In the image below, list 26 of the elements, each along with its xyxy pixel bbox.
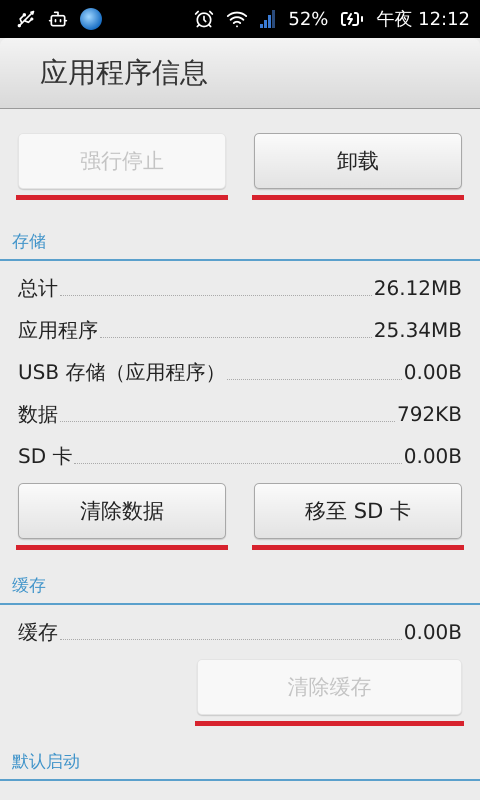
action-button[interactable]: 卸载 (254, 133, 462, 189)
section-title: 缓存 (12, 576, 46, 596)
row-value: 25.34MB (374, 318, 462, 342)
page-title: 应用程序信息 (40, 55, 208, 91)
row-value: 0.00B (404, 444, 462, 468)
row-label: 数据 (18, 400, 58, 428)
row-value: 792KB (396, 402, 462, 426)
section-title: 默认启动 (12, 752, 80, 772)
usb-icon (16, 9, 36, 29)
row-label: 缓存 (18, 618, 58, 646)
clock: 午夜 12:12 (376, 8, 470, 31)
battery-percent: 52% (288, 8, 328, 30)
row-label: SD 卡 (18, 442, 72, 470)
row-value: 0.00B (404, 620, 462, 644)
alarm-icon (194, 9, 214, 29)
row-label: 总计 (18, 274, 58, 302)
row-value: 26.12MB (374, 276, 462, 300)
signal-icon (260, 10, 276, 28)
app-icon (80, 8, 102, 30)
action-button[interactable]: 移至 SD 卡 (254, 483, 462, 539)
row-value: 0.00B (404, 360, 462, 384)
row-label: 应用程序 (18, 316, 98, 344)
row-label: USB 存储（应用程序） (18, 358, 226, 386)
action-button[interactable]: 清除数据 (18, 483, 226, 539)
section-title: 存储 (12, 232, 46, 252)
robot-icon (48, 9, 68, 29)
